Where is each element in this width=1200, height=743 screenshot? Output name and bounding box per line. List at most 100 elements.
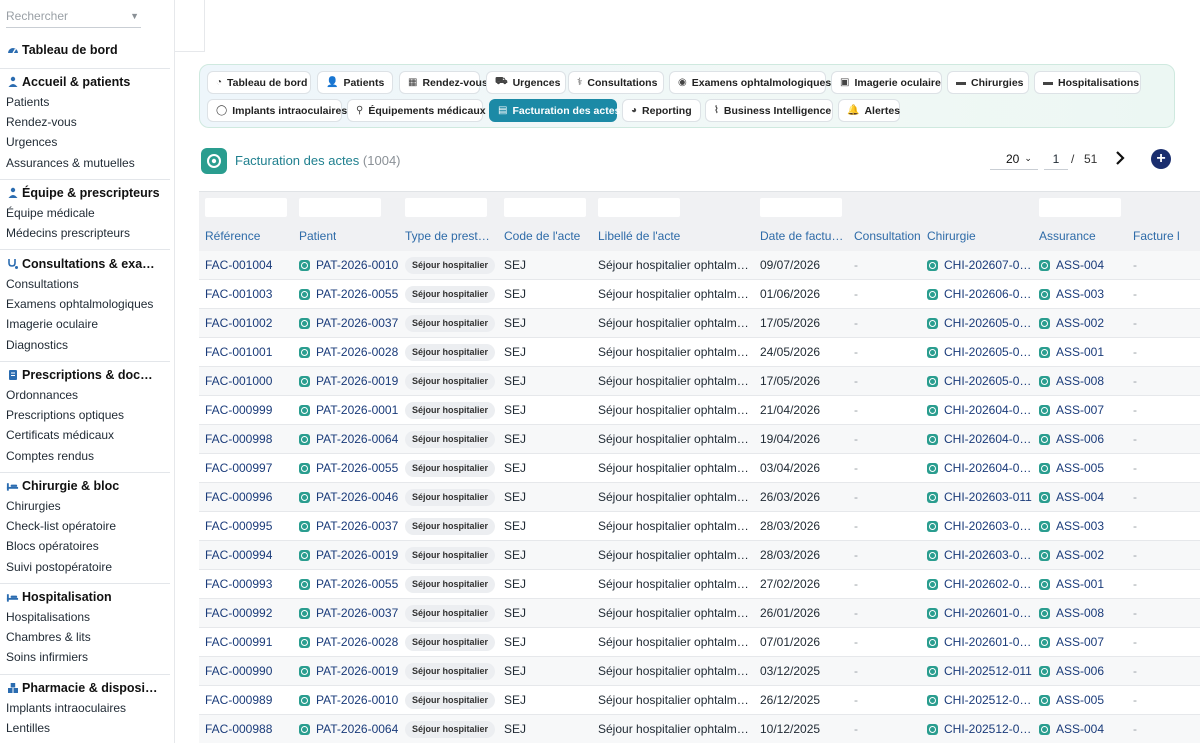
insurance-link[interactable]: ASS-005 [1039,686,1127,715]
surgery-link[interactable]: CHI-202602-001 [927,570,1032,599]
sidebar-item[interactable]: Patients [0,92,170,112]
sidebar-item[interactable]: Hospitalisations [0,607,170,627]
current-page-input[interactable]: 1 [1044,148,1068,170]
patient-link[interactable]: PAT-2026-0037 [299,599,399,628]
table-row[interactable]: FAC-000996 PAT-2026-0046 Séjour hospitalie… [199,483,1200,512]
invoice-reference-link[interactable]: FAC-000991 [205,628,293,657]
invoice-reference-link[interactable]: FAC-000990 [205,657,293,686]
sidebar-section-header[interactable]: Accueil & patients [0,72,170,92]
patient-link[interactable]: PAT-2026-0001 [299,396,399,425]
table-row[interactable]: FAC-000999 PAT-2026-0001 Séjour hospitalie… [199,396,1200,425]
invoice-reference-link[interactable]: FAC-000992 [205,599,293,628]
sidebar-item[interactable]: Consultations [0,274,170,294]
invoice-reference-link[interactable]: FAC-000999 [205,396,293,425]
patient-link[interactable]: PAT-2026-0064 [299,715,399,743]
tab-examens-ophtalmologiques[interactable]: ◉ Examens ophtalmologiques [669,71,831,94]
table-row[interactable]: FAC-000997 PAT-2026-0055 Séjour hospitalie… [199,454,1200,483]
sidebar-section-header[interactable]: Équipe & prescripteurs [0,183,170,203]
sidebar-section-header[interactable]: Chirurgie & bloc [0,476,170,496]
table-row[interactable]: FAC-000991 PAT-2026-0028 Séjour hospitalie… [199,628,1200,657]
table-row[interactable]: FAC-000995 PAT-2026-0037 Séjour hospitalie… [199,512,1200,541]
sidebar-item[interactable]: Médecins prescripteurs [0,223,170,243]
surgery-link[interactable]: CHI-202512-011 [927,657,1032,686]
column-filter-input[interactable] [598,198,680,217]
insurance-link[interactable]: ASS-001 [1039,338,1127,367]
sidebar-item[interactable]: Lentilles [0,718,170,738]
table-row[interactable]: FAC-000992 PAT-2026-0037 Séjour hospitalie… [199,599,1200,628]
surgery-link[interactable]: CHI-202512-002 [927,715,1032,743]
table-row[interactable]: FAC-000988 PAT-2026-0064 Séjour hospitalie… [199,715,1200,743]
table-row[interactable]: FAC-000994 PAT-2026-0019 Séjour hospitalie… [199,541,1200,570]
patient-link[interactable]: PAT-2026-0037 [299,512,399,541]
insurance-link[interactable]: ASS-002 [1039,309,1127,338]
sidebar-item[interactable]: Assurances & mutuelles [0,153,170,173]
patient-link[interactable]: PAT-2026-0055 [299,280,399,309]
surgery-link[interactable]: CHI-202605-010 [927,309,1032,338]
patient-link[interactable]: PAT-2026-0046 [299,483,399,512]
surgery-link[interactable]: CHI-202601-006 [927,599,1032,628]
insurance-link[interactable]: ASS-005 [1039,454,1127,483]
sidebar-item[interactable]: Rendez-vous [0,112,170,132]
column-header[interactable]: Facture l [1133,229,1180,243]
surgery-link[interactable]: CHI-202603-002 [927,541,1032,570]
insurance-link[interactable]: ASS-002 [1039,541,1127,570]
tab-alertes[interactable]: 🔔 Alertes [838,99,900,122]
invoice-reference-link[interactable]: FAC-001002 [205,309,293,338]
column-header[interactable]: Type de prestat… [405,229,495,243]
invoice-reference-link[interactable]: FAC-000994 [205,541,293,570]
surgery-link[interactable]: CHI-202604-006 [927,425,1032,454]
table-row[interactable]: FAC-001002 PAT-2026-0037 Séjour hospitalie… [199,309,1200,338]
sidebar-item[interactable]: Suivi postopératoire [0,557,170,577]
patient-link[interactable]: PAT-2026-0019 [299,657,399,686]
surgery-link[interactable]: CHI-202604-003 [927,454,1032,483]
surgery-link[interactable]: CHI-202603-011 [927,483,1032,512]
patient-link[interactable]: PAT-2026-0064 [299,425,399,454]
column-header[interactable]: Code de l'acte [504,229,580,243]
surgery-link[interactable]: CHI-202606-005 [927,280,1032,309]
invoice-reference-link[interactable]: FAC-000998 [205,425,293,454]
sidebar-item[interactable]: Implants intraoculaires [0,698,170,718]
patient-link[interactable]: PAT-2026-0055 [299,454,399,483]
column-filter-input[interactable] [504,198,586,217]
invoice-reference-link[interactable]: FAC-001001 [205,338,293,367]
invoice-reference-link[interactable]: FAC-000996 [205,483,293,512]
insurance-link[interactable]: ASS-006 [1039,657,1127,686]
table-row[interactable]: FAC-000993 PAT-2026-0055 Séjour hospitalie… [199,570,1200,599]
patient-link[interactable]: PAT-2026-0037 [299,309,399,338]
insurance-link[interactable]: ASS-007 [1039,628,1127,657]
search-input[interactable] [6,6,124,26]
tab-reporting[interactable]: ◕ Reporting [622,99,701,122]
sidebar-item[interactable]: Équipe médicale [0,203,170,223]
insurance-link[interactable]: ASS-007 [1039,396,1127,425]
insurance-link[interactable]: ASS-001 [1039,570,1127,599]
surgery-link[interactable]: CHI-202604-009 [927,396,1032,425]
invoice-reference-link[interactable]: FAC-000988 [205,715,293,743]
insurance-link[interactable]: ASS-006 [1039,425,1127,454]
add-record-button[interactable]: + [1151,149,1171,169]
sidebar-item[interactable]: Chambres & lits [0,627,170,647]
column-filter-input[interactable] [760,198,842,217]
column-filter-input[interactable] [205,198,287,217]
page-size-select[interactable]: 20 ⌄ [990,148,1038,170]
tab-imagerie-oculaire[interactable]: ▣ Imagerie oculaire [831,71,942,94]
search-field[interactable]: ▼ [6,6,141,28]
sidebar-item[interactable]: Blocs opératoires [0,536,170,556]
patient-link[interactable]: PAT-2026-0010 [299,251,399,280]
sidebar-item[interactable]: Ordonnances [0,385,170,405]
invoice-reference-link[interactable]: FAC-000989 [205,686,293,715]
tab-facturation-des-actes[interactable]: ▤ Facturation des actes [489,99,620,122]
invoice-reference-link[interactable]: FAC-000997 [205,454,293,483]
sidebar-item[interactable]: Urgences [0,132,170,152]
patient-link[interactable]: PAT-2026-0055 [299,570,399,599]
sidebar-section-header[interactable]: Prescriptions & doc… [0,365,170,385]
sidebar-item[interactable]: Soins infirmiers [0,647,170,667]
table-row[interactable]: FAC-000990 PAT-2026-0019 Séjour hospitalie… [199,657,1200,686]
sidebar-section-header[interactable]: Hospitalisation [0,587,170,607]
insurance-link[interactable]: ASS-003 [1039,512,1127,541]
tab-tableau-de-bord[interactable]: ◔ Tableau de bord [207,71,311,94]
column-filter-input[interactable] [1039,198,1121,217]
table-row[interactable]: FAC-001003 PAT-2026-0055 Séjour hospitalie… [199,280,1200,309]
patient-link[interactable]: PAT-2026-0019 [299,541,399,570]
column-header[interactable]: Consultation [854,229,921,243]
sidebar-item[interactable]: Check-list opératoire [0,516,170,536]
